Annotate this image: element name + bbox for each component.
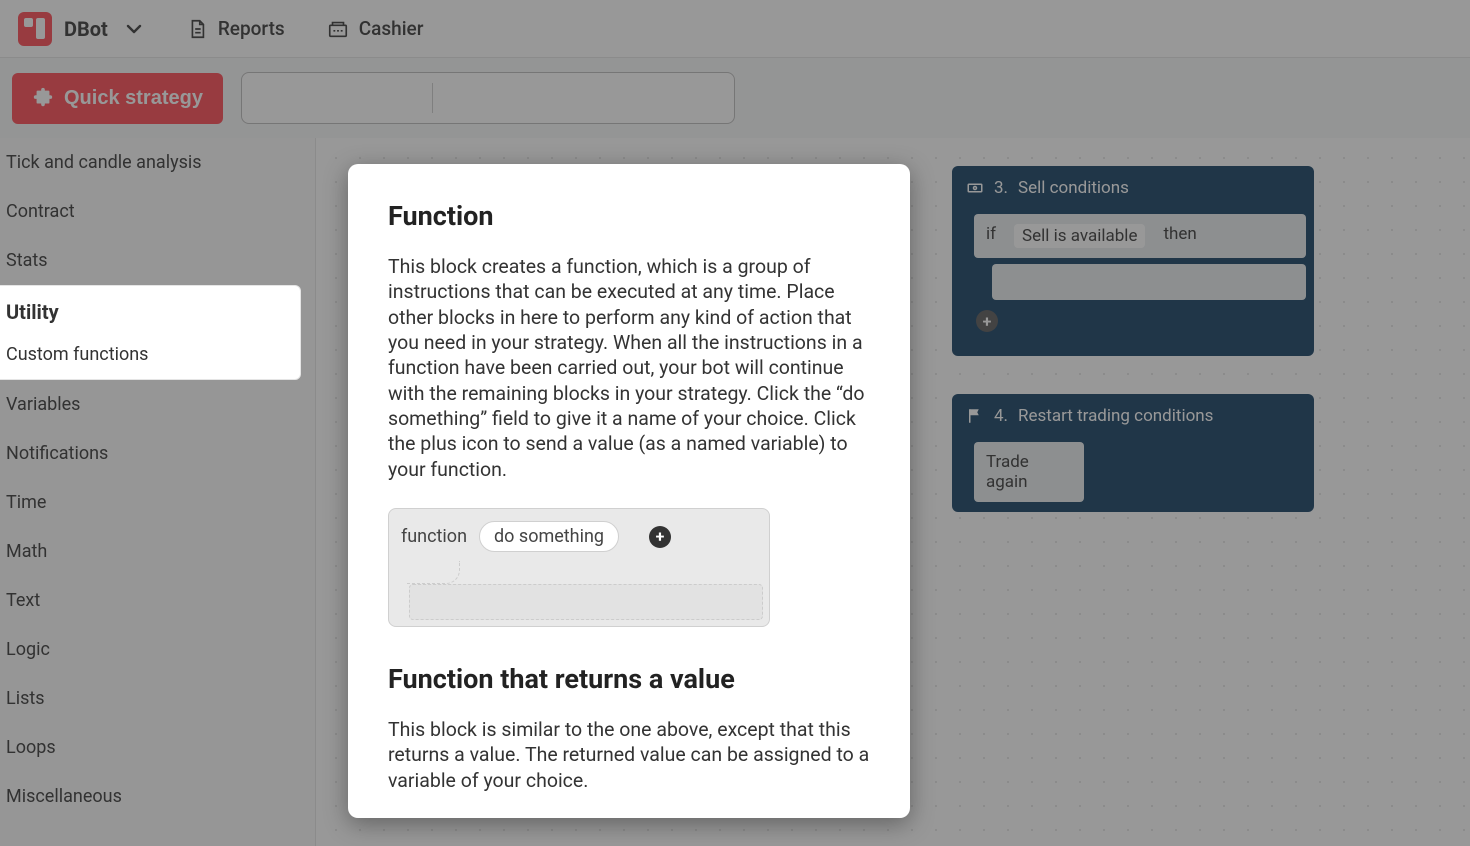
sample-block-body: [389, 562, 769, 626]
plus-icon[interactable]: +: [649, 526, 671, 548]
sample-function-name-pill[interactable]: do something: [479, 521, 619, 552]
popover-desc-function-returns: This block is similar to the one above, …: [388, 717, 884, 793]
sample-block-slot[interactable]: [409, 584, 763, 620]
popover-heading-function-returns: Function that returns a value: [388, 663, 884, 695]
popover-desc-function: This block creates a function, which is …: [388, 254, 884, 482]
sample-function-block[interactable]: function do something +: [388, 508, 770, 627]
sidebar-item-custom-functions[interactable]: Custom functions: [0, 334, 300, 379]
sample-block-header: function do something +: [389, 509, 769, 562]
block-notch: [409, 562, 763, 584]
sidebar-item-utility[interactable]: Utility: [0, 286, 300, 334]
sidebar-group-utility: Utility Custom functions: [0, 285, 301, 380]
help-popover: Function This block creates a function, …: [348, 164, 910, 818]
popover-heading-function: Function: [388, 200, 884, 232]
sample-function-label: function: [401, 526, 467, 547]
